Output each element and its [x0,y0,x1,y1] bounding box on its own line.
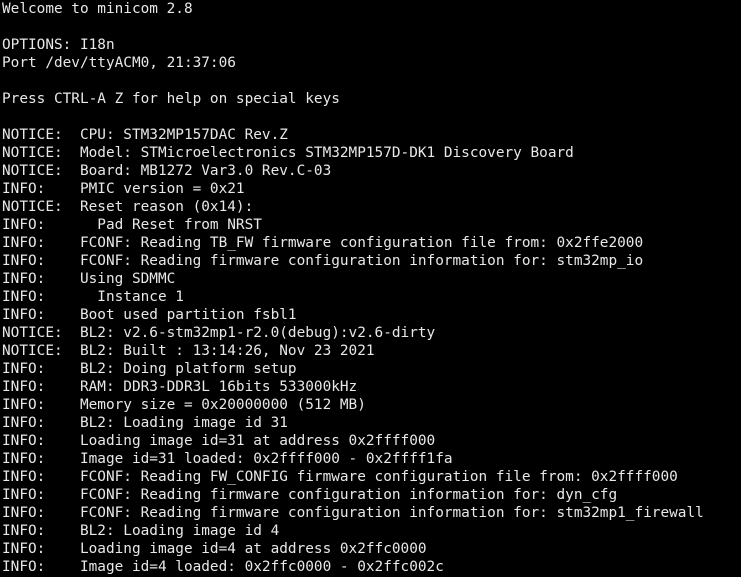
terminal-line: INFO: Pad Reset from NRST [2,217,262,233]
terminal-line: INFO: FCONF: Reading TB_FW firmware conf… [2,235,644,251]
terminal-line: NOTICE: BL2: v2.6-stm32mp1-r2.0(debug):v… [2,325,436,341]
terminal-line: INFO: Loading image id=31 at address 0x2… [2,433,436,449]
terminal-line: INFO: Image id=4 loaded: 0x2ffc0000 - 0x… [2,559,444,575]
terminal-line: INFO: Image id=31 loaded: 0x2ffff000 - 0… [2,451,453,467]
terminal-line: Welcome to minicom 2.8 [2,1,193,17]
terminal-line: INFO: FCONF: Reading firmware configurat… [2,505,704,521]
terminal-line: INFO: PMIC version = 0x21 [2,181,245,197]
terminal-line: INFO: FCONF: Reading FW_CONFIG firmware … [2,469,678,485]
terminal-line: NOTICE: CPU: STM32MP157DAC Rev.Z [2,127,288,143]
terminal-line: NOTICE: Board: MB1272 Var3.0 Rev.C-03 [2,163,332,179]
terminal-line: INFO: BL2: Loading image id 31 [2,415,288,431]
terminal-line: INFO: BL2: Loading image id 4 [2,523,280,539]
terminal-line: INFO: Memory size = 0x20000000 (512 MB) [2,397,366,413]
terminal-line: OPTIONS: I18n [2,37,115,53]
terminal-line: INFO: BL2: Doing platform setup [2,361,297,377]
terminal-line: INFO: Boot used partition fsbl1 [2,307,297,323]
terminal-line: INFO: FCONF: Reading firmware configurat… [2,253,644,269]
terminal-line: INFO: Instance 1 [2,289,184,305]
terminal-line: INFO: FCONF: Reading firmware configurat… [2,487,618,503]
terminal-line: INFO: Using SDMMC [2,271,176,287]
terminal-line: NOTICE: Reset reason (0x14): [2,199,254,215]
terminal-line: INFO: Loading image id=4 at address 0x2f… [2,541,427,557]
terminal-line: INFO: RAM: DDR3-DDR3L 16bits 533000kHz [2,379,358,395]
terminal-line: Press CTRL-A Z for help on special keys [2,91,340,107]
terminal-output[interactable]: Welcome to minicom 2.8 OPTIONS: I18n Por… [0,0,741,577]
terminal-line: Port /dev/ttyACM0, 21:37:06 [2,55,236,71]
terminal-line: NOTICE: Model: STMicroelectronics STM32M… [2,145,574,161]
terminal-line: NOTICE: BL2: Built : 13:14:26, Nov 23 20… [2,343,375,359]
